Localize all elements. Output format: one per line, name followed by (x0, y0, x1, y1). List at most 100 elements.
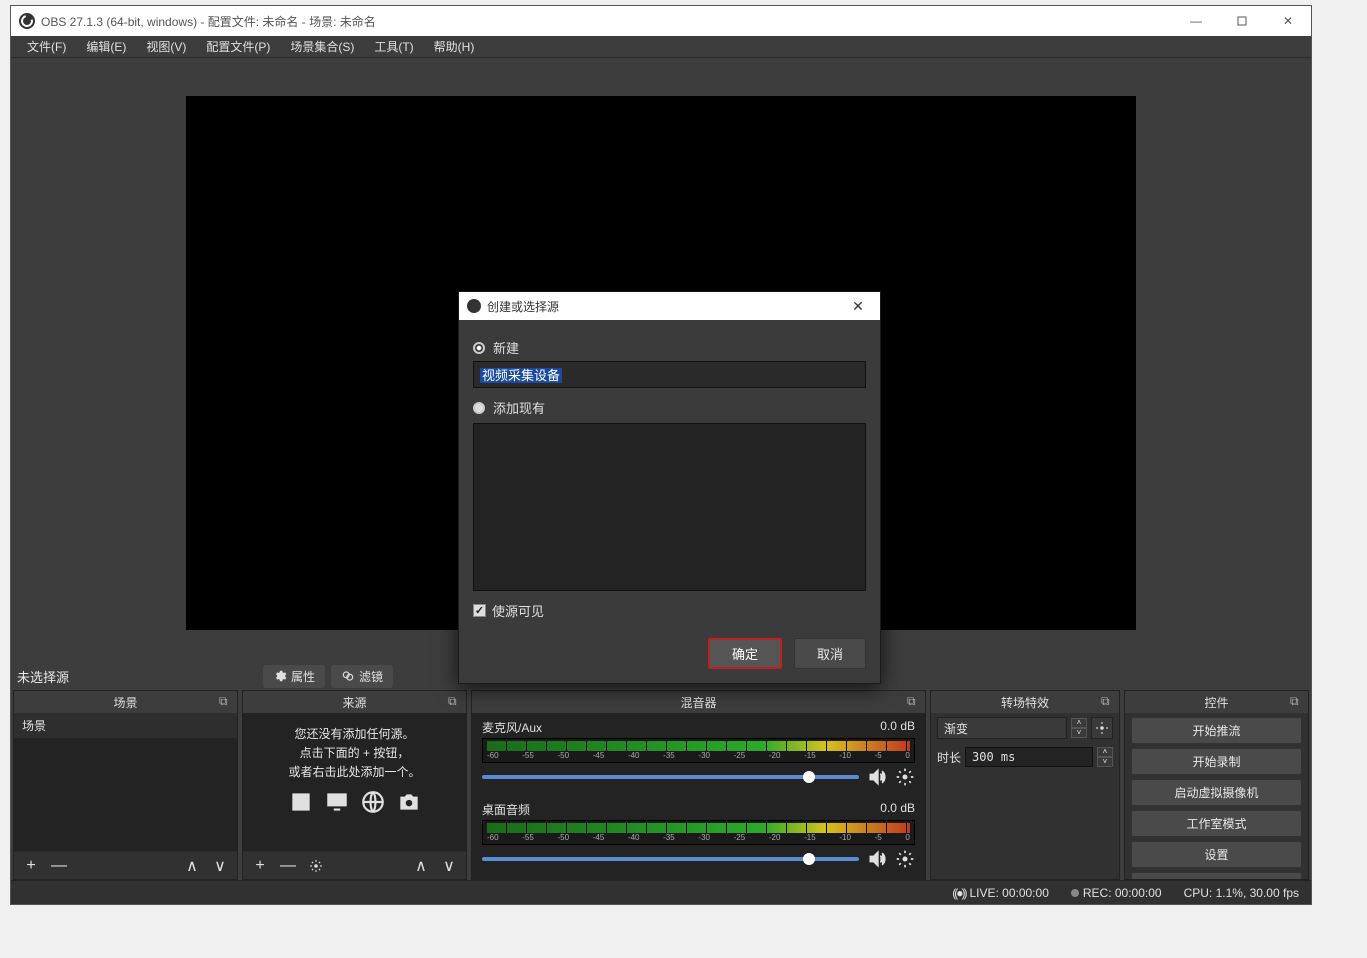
menu-view[interactable]: 视图(V) (136, 36, 196, 57)
obs-logo-icon (19, 13, 35, 29)
status-cpu: CPU: 1.1%, 30.00 fps (1184, 886, 1299, 900)
popout-icon[interactable]: ⧉ (907, 694, 921, 708)
cancel-button[interactable]: 取消 (794, 638, 866, 669)
transitions-dock: 转场特效⧉ 渐变 ˄˅ 时长 300 ms ˄˅ (930, 690, 1120, 880)
status-rec: REC: 00:00:00 (1071, 886, 1162, 900)
mixer-channel-desktop: 桌面音频0.0 dB -60-55-50-45-40-35-30-25-20-1… (472, 795, 925, 877)
popout-icon[interactable]: ⧉ (219, 694, 233, 708)
sources-list[interactable]: 您还没有添加任何源。 点击下面的 + 按钮， 或者右击此处添加一个。 (243, 713, 466, 851)
titlebar[interactable]: OBS 27.1.3 (64-bit, windows) - 配置文件: 未命名… (11, 6, 1311, 36)
transition-settings-button[interactable] (1091, 717, 1113, 739)
popout-icon[interactable]: ⧉ (1101, 694, 1115, 708)
create-source-dialog: 创建或选择源 ✕ 新建 视频采集设备 添加现有 ✓ 使源可见 (458, 291, 881, 684)
menu-tools[interactable]: 工具(T) (364, 36, 423, 57)
source-settings-button[interactable] (303, 855, 329, 877)
transition-combo[interactable]: 渐变 (937, 717, 1067, 739)
start-virtual-cam-button[interactable]: 启动虚拟摄像机 (1131, 779, 1302, 806)
gear-icon (1095, 721, 1109, 735)
close-button[interactable]: ✕ (1265, 6, 1311, 36)
properties-button[interactable]: 属性 (263, 665, 325, 688)
vu-meter: -60-55-50-45-40-35-30-25-20-15-10-50 (482, 738, 915, 763)
gear-icon (309, 859, 323, 873)
filters-icon (341, 669, 355, 683)
menu-profile[interactable]: 配置文件(P) (196, 36, 280, 57)
docks: 场景⧉ 场景 + — ∧ ∨ 来源⧉ 您还没有添加任何源。 (11, 690, 1311, 880)
popout-icon[interactable]: ⧉ (448, 694, 462, 708)
menu-edit[interactable]: 编辑(E) (76, 36, 136, 57)
source-down-button[interactable]: ∨ (436, 855, 462, 877)
dialog-buttons: 确定 取消 (459, 630, 880, 683)
dialog-titlebar[interactable]: 创建或选择源 ✕ (459, 292, 880, 320)
duration-spinner[interactable]: ˄˅ (1097, 747, 1113, 767)
add-source-button[interactable]: + (247, 855, 273, 877)
display-icon (324, 789, 350, 815)
menubar: 文件(F) 编辑(E) 视图(V) 配置文件(P) 场景集合(S) 工具(T) … (11, 36, 1311, 58)
exit-button[interactable]: 退出 (1131, 872, 1302, 879)
studio-mode-button[interactable]: 工作室模式 (1131, 810, 1302, 837)
menu-help[interactable]: 帮助(H) (424, 36, 485, 57)
speaker-icon[interactable] (867, 849, 887, 869)
maximize-button[interactable] (1219, 6, 1265, 36)
scenes-list[interactable]: 场景 (14, 713, 237, 851)
scene-up-button[interactable]: ∧ (179, 855, 205, 877)
remove-source-button[interactable]: — (275, 855, 301, 877)
gear-icon[interactable] (895, 849, 915, 869)
transition-spinner[interactable]: ˄˅ (1071, 718, 1087, 738)
remove-scene-button[interactable]: — (46, 855, 72, 877)
dialog-title: 创建或选择源 (487, 298, 559, 315)
transitions-header[interactable]: 转场特效⧉ (931, 691, 1119, 713)
controls-dock: 控件⧉ 开始推流 开始录制 启动虚拟摄像机 工作室模式 设置 退出 (1124, 690, 1309, 880)
radio-add-existing[interactable]: 添加现有 (473, 398, 866, 417)
volume-slider[interactable] (482, 857, 859, 861)
menu-file[interactable]: 文件(F) (17, 36, 76, 57)
radio-icon (473, 342, 485, 354)
source-name-value: 视频采集设备 (480, 368, 562, 383)
controls-header[interactable]: 控件⧉ (1125, 691, 1308, 713)
sources-header[interactable]: 来源⧉ (243, 691, 466, 713)
scene-item[interactable]: 场景 (14, 713, 237, 738)
checkbox-icon: ✓ (473, 604, 486, 617)
scenes-header[interactable]: 场景⧉ (14, 691, 237, 713)
sources-dock: 来源⧉ 您还没有添加任何源。 点击下面的 + 按钮， 或者右击此处添加一个。 (242, 690, 467, 880)
app-body: 文件(F) 编辑(E) 视图(V) 配置文件(P) 场景集合(S) 工具(T) … (11, 36, 1311, 904)
channel-name: 麦克风/Aux (482, 719, 542, 736)
volume-slider[interactable] (482, 775, 859, 779)
start-streaming-button[interactable]: 开始推流 (1131, 717, 1302, 744)
minimize-button[interactable]: — (1173, 6, 1219, 36)
gear-icon[interactable] (895, 767, 915, 787)
statusbar: LIVE: 00:00:00 REC: 00:00:00 CPU: 1.1%, … (11, 880, 1311, 904)
globe-icon (360, 789, 386, 815)
channel-name: 桌面音频 (482, 801, 530, 818)
popout-icon[interactable]: ⧉ (1290, 694, 1304, 708)
radio-create-new[interactable]: 新建 (473, 338, 866, 357)
scenes-dock: 场景⧉ 场景 + — ∧ ∨ (13, 690, 238, 880)
make-visible-checkbox[interactable]: ✓ 使源可见 (473, 601, 866, 620)
mixer-body: 麦克风/Aux 0.0 dB -60-55-50-45-40-35-30-25-2… (472, 713, 925, 879)
window-controls: — ✕ (1173, 6, 1311, 36)
scene-down-button[interactable]: ∨ (207, 855, 233, 877)
start-recording-button[interactable]: 开始录制 (1131, 748, 1302, 775)
obs-main-window: OBS 27.1.3 (64-bit, windows) - 配置文件: 未命名… (10, 5, 1312, 905)
no-source-label: 未选择源 (17, 667, 257, 686)
duration-label: 时长 (937, 749, 961, 766)
filters-button[interactable]: 滤镜 (331, 665, 393, 688)
sources-empty-hint: 您还没有添加任何源。 点击下面的 + 按钮， 或者右击此处添加一个。 (243, 713, 466, 827)
dialog-body: 新建 视频采集设备 添加现有 ✓ 使源可见 (459, 320, 880, 630)
source-name-input[interactable]: 视频采集设备 (473, 361, 866, 388)
menu-scene-collection[interactable]: 场景集合(S) (280, 36, 364, 57)
existing-sources-list[interactable] (473, 423, 866, 591)
duration-input[interactable]: 300 ms (965, 747, 1093, 767)
gear-icon (273, 669, 287, 683)
radio-icon (473, 402, 485, 414)
speaker-icon[interactable] (867, 767, 887, 787)
channel-db: 0.0 dB (880, 801, 915, 818)
camera-icon (396, 789, 422, 815)
source-up-button[interactable]: ∧ (408, 855, 434, 877)
controls-body: 开始推流 开始录制 启动虚拟摄像机 工作室模式 设置 退出 (1125, 713, 1308, 879)
add-scene-button[interactable]: + (18, 855, 44, 877)
dialog-close-button[interactable]: ✕ (844, 298, 872, 315)
mixer-header[interactable]: 混音器⧉ (472, 691, 925, 713)
ok-button[interactable]: 确定 (708, 638, 782, 669)
settings-button[interactable]: 设置 (1131, 841, 1302, 868)
channel-db: 0.0 dB (880, 719, 915, 736)
